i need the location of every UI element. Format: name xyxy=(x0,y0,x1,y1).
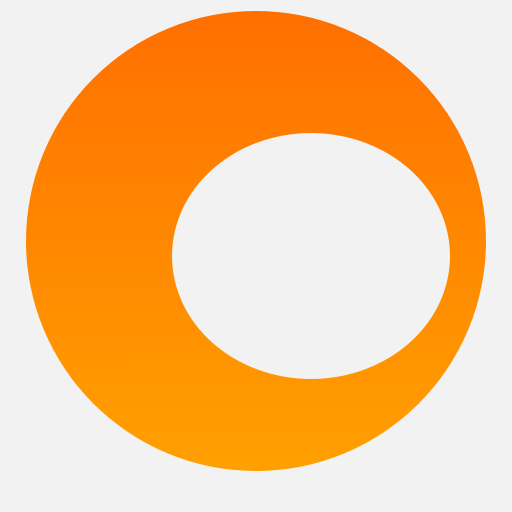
ring-inner-hole xyxy=(172,133,450,379)
orange-ring-logo-icon xyxy=(0,0,512,512)
